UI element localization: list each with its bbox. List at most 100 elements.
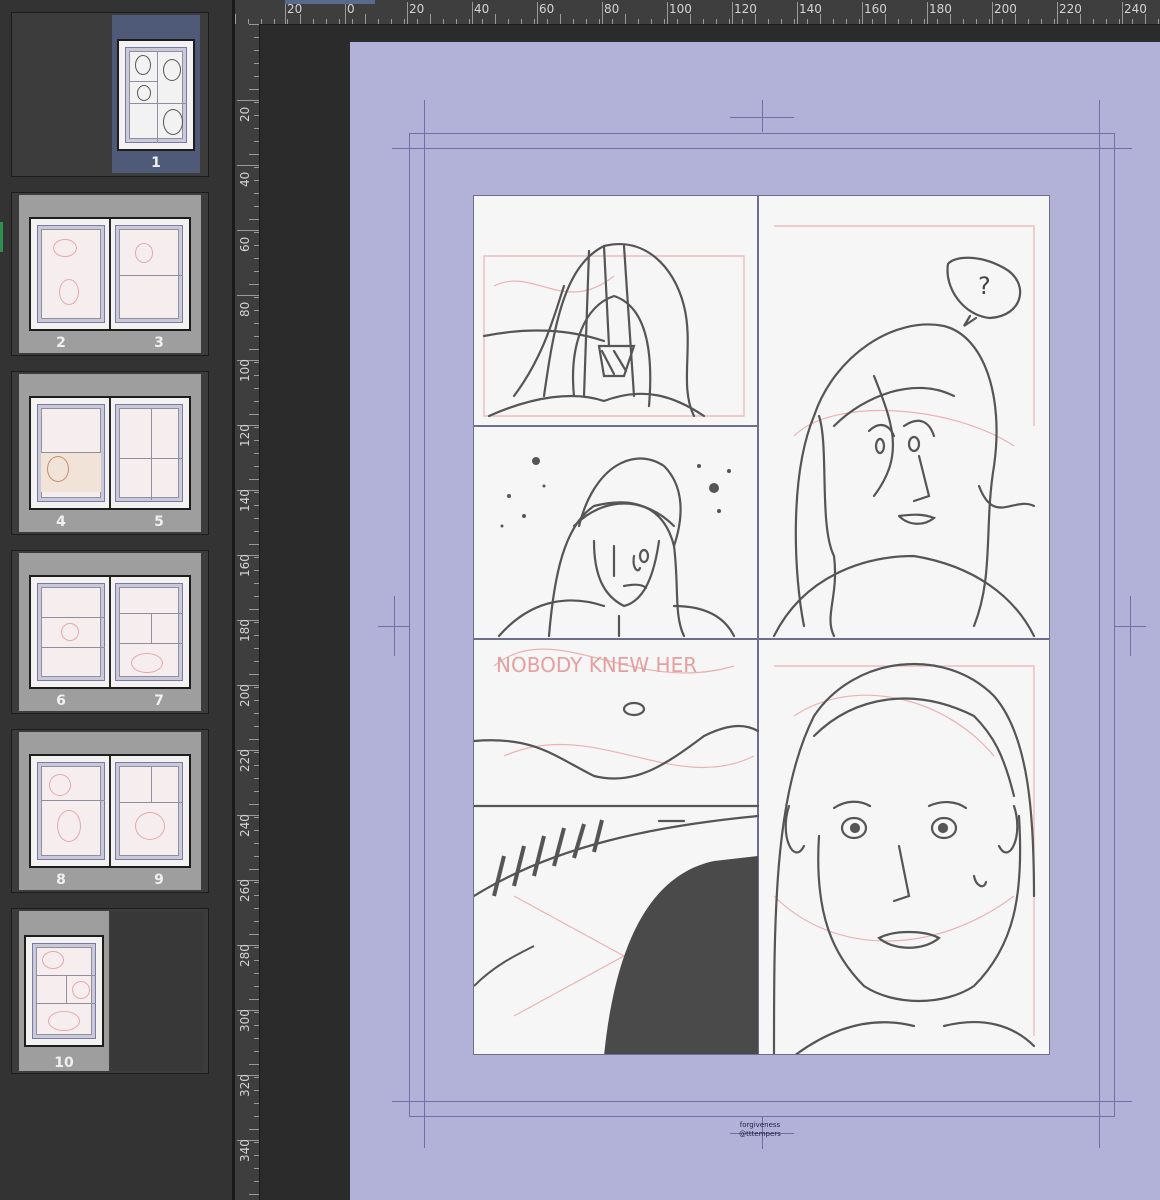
ruler-minor-tick: [254, 596, 259, 597]
ruler-label: 40: [474, 2, 490, 16]
ruler-minor-tick: [254, 50, 259, 51]
ruler-minor-tick: [254, 388, 259, 389]
ruler-label: 260: [238, 879, 252, 902]
ruler-tick: [237, 295, 259, 296]
ruler-minor-tick: [254, 960, 259, 961]
ruler-minor-tick: [885, 14, 886, 24]
ruler-label: 160: [864, 2, 887, 16]
ruler-minor-tick: [560, 14, 561, 24]
ruler-tick: [992, 2, 993, 24]
ruler-minor-tick: [1015, 14, 1016, 24]
page-tile-1: 1: [11, 12, 209, 177]
page-thumbnail-1[interactable]: 1: [112, 15, 200, 173]
ruler-minor-tick: [313, 19, 314, 24]
ruler-minor-tick: [352, 19, 353, 24]
page-tile-8-9: 8 9: [11, 729, 209, 893]
page-thumbnail-8-9[interactable]: 8 9: [19, 732, 201, 890]
comic-page-artwork[interactable]: NOBODY KNEW HER ?: [473, 195, 1050, 1055]
ruler-minor-tick: [937, 19, 938, 24]
ruler-label: 220: [1059, 2, 1082, 16]
ruler-minor-tick: [249, 674, 259, 675]
ruler-minor-tick: [254, 492, 259, 493]
ruler-minor-tick: [254, 895, 259, 896]
ruler-minor-tick: [254, 1051, 259, 1052]
ruler-tick: [285, 2, 286, 24]
ruler-minor-tick: [254, 947, 259, 948]
ruler-minor-tick: [254, 1025, 259, 1026]
ruler-minor-tick: [254, 466, 259, 467]
ruler-minor-tick: [261, 19, 262, 24]
credit-handle: @tttempers: [739, 1130, 781, 1138]
ruler-minor-tick: [254, 583, 259, 584]
ruler-minor-tick: [254, 115, 259, 116]
page-number: 7: [154, 693, 164, 709]
ruler-minor-tick: [521, 19, 522, 24]
registration-mark-left: [394, 596, 395, 656]
vertical-ruler[interactable]: 20 40 60 80 100 120 140 160 180 200 220 240 260 280 30…: [235, 24, 260, 1200]
ruler-minor-tick: [254, 973, 259, 974]
ruler-label: 40: [238, 171, 252, 187]
ruler-minor-tick: [249, 1064, 259, 1065]
ruler-minor-tick: [469, 19, 470, 24]
ruler-minor-tick: [249, 1129, 259, 1130]
ruler-minor-tick: [976, 19, 977, 24]
ruler-tick: [1057, 2, 1058, 24]
ruler-label: 20: [238, 106, 252, 122]
ruler-tick: [237, 100, 259, 101]
ruler-tick: [1122, 2, 1123, 24]
ruler-minor-tick: [254, 765, 259, 766]
ruler-minor-tick: [1080, 14, 1081, 24]
page-number: 6: [56, 693, 66, 709]
ruler-minor-tick: [456, 19, 457, 24]
panel-edge-tab[interactable]: [0, 222, 3, 252]
page-tile-2-3: 2 3: [11, 192, 209, 356]
page-management-panel: 1 2 3 4 5 6 7 8 9 10: [0, 0, 232, 1200]
page-tile-10: 10: [11, 908, 209, 1074]
ruler-minor-tick: [249, 544, 259, 545]
ruler-minor-tick: [254, 453, 259, 454]
ruler-label: 160: [238, 554, 252, 577]
ruler-label: 200: [994, 2, 1017, 16]
crop-mark: [1099, 1102, 1100, 1148]
ruler-label: 80: [604, 2, 620, 16]
ruler-minor-tick: [254, 570, 259, 571]
ruler-label: 140: [238, 489, 252, 512]
ruler-minor-tick: [254, 310, 259, 311]
ruler-minor-tick: [249, 609, 259, 610]
ruler-minor-tick: [1002, 19, 1003, 24]
ruler-label: 300: [238, 1009, 252, 1032]
ruler-minor-tick: [690, 14, 691, 24]
ruler-label: 200: [238, 684, 252, 707]
ruler-minor-tick: [254, 1012, 259, 1013]
page-number: 10: [54, 1055, 74, 1071]
ruler-minor-tick: [898, 19, 899, 24]
page-thumbnail-10[interactable]: 10: [19, 911, 109, 1071]
ruler-minor-tick: [716, 19, 717, 24]
ruler-minor-tick: [495, 14, 496, 24]
page-thumbnail-image: [117, 39, 195, 151]
ruler-minor-tick: [391, 19, 392, 24]
ruler-minor-tick: [794, 19, 795, 24]
ruler-tick: [797, 2, 798, 24]
ruler-label: 100: [669, 2, 692, 16]
ruler-minor-tick: [254, 1155, 259, 1156]
ruler-tick: [472, 2, 473, 24]
ruler-minor-tick: [254, 167, 259, 168]
ruler-minor-tick: [287, 19, 288, 24]
ruler-label: 120: [734, 2, 757, 16]
page-number: 9: [154, 872, 164, 888]
crop-mark: [392, 1101, 424, 1102]
ruler-minor-tick: [254, 752, 259, 753]
horizontal-scroll-indicator[interactable]: [285, 0, 375, 4]
ruler-minor-tick: [254, 1116, 259, 1117]
ruler-minor-tick: [254, 531, 259, 532]
ruler-minor-tick: [755, 14, 756, 24]
page-thumbnail-6-7[interactable]: 6 7: [19, 553, 201, 711]
ruler-minor-tick: [249, 24, 259, 25]
page-thumbnail-4-5[interactable]: 4 5: [19, 374, 201, 532]
ruler-minor-tick: [254, 63, 259, 64]
page-thumbnail-2-3[interactable]: 2 3: [19, 195, 201, 353]
ruler-minor-tick: [1132, 19, 1133, 24]
ruler-minor-tick: [249, 1194, 259, 1195]
ruler-minor-tick: [254, 401, 259, 402]
